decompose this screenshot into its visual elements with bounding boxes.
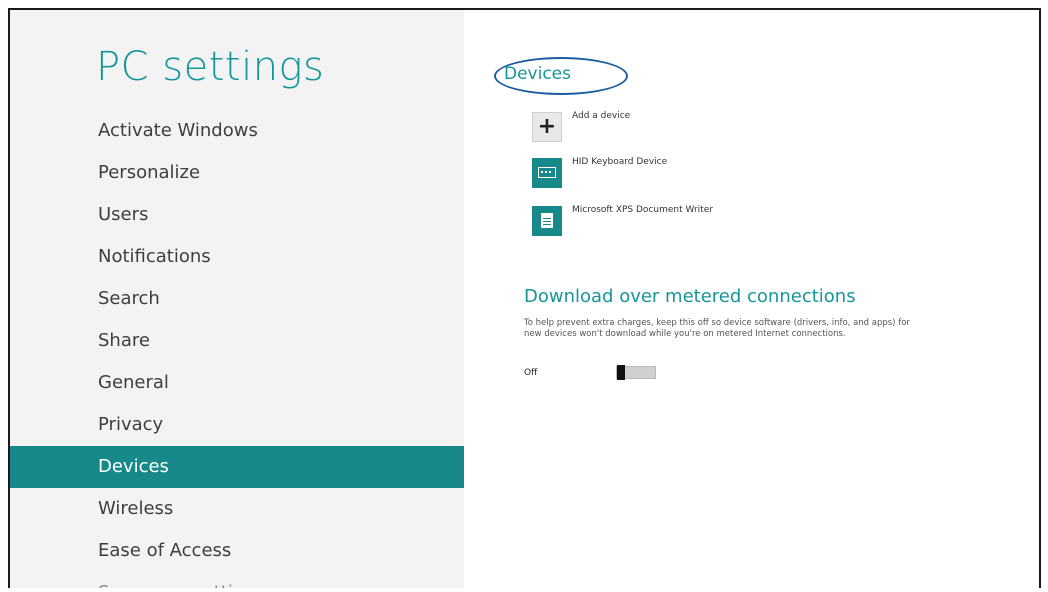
sidebar-item-personalize[interactable]: Personalize	[10, 152, 464, 194]
sidebar-item-wireless[interactable]: Wireless	[10, 488, 464, 530]
devices-pane: Devices + Add a device HID Keyboard Devi…	[464, 10, 1039, 588]
document-printer-icon	[532, 206, 562, 236]
sidebar-item-notifications[interactable]: Notifications	[10, 236, 464, 278]
sidebar: PC settings Activate Windows Personalize…	[10, 10, 464, 588]
sidebar-item-privacy[interactable]: Privacy	[10, 404, 464, 446]
sidebar-item-ease-of-access[interactable]: Ease of Access	[10, 530, 464, 572]
section-title: Devices	[504, 64, 571, 84]
device-label: HID Keyboard Device	[572, 157, 668, 167]
toggle-state-label: Off	[524, 368, 538, 378]
sidebar-item-users[interactable]: Users	[10, 194, 464, 236]
sidebar-item-sync-your-settings[interactable]: Sync your settings	[10, 572, 464, 588]
metered-heading: Download over metered connections	[524, 286, 856, 307]
plus-icon: +	[532, 112, 562, 142]
sidebar-nav: Activate Windows Personalize Users Notif…	[10, 110, 464, 588]
pc-settings-window: PC settings Activate Windows Personalize…	[8, 8, 1041, 588]
device-label: Microsoft XPS Document Writer	[572, 205, 713, 215]
sidebar-item-share[interactable]: Share	[10, 320, 464, 362]
sidebar-item-general[interactable]: General	[10, 362, 464, 404]
device-label: Add a device	[572, 111, 631, 121]
sidebar-item-search[interactable]: Search	[10, 278, 464, 320]
toggle-thumb[interactable]	[617, 365, 625, 380]
metered-toggle[interactable]	[616, 365, 656, 380]
keyboard-icon	[532, 158, 562, 188]
sidebar-item-activate-windows[interactable]: Activate Windows	[10, 110, 464, 152]
page-title: PC settings	[96, 44, 325, 90]
metered-description: To help prevent extra charges, keep this…	[524, 318, 910, 339]
sidebar-item-devices[interactable]: Devices	[10, 446, 464, 488]
